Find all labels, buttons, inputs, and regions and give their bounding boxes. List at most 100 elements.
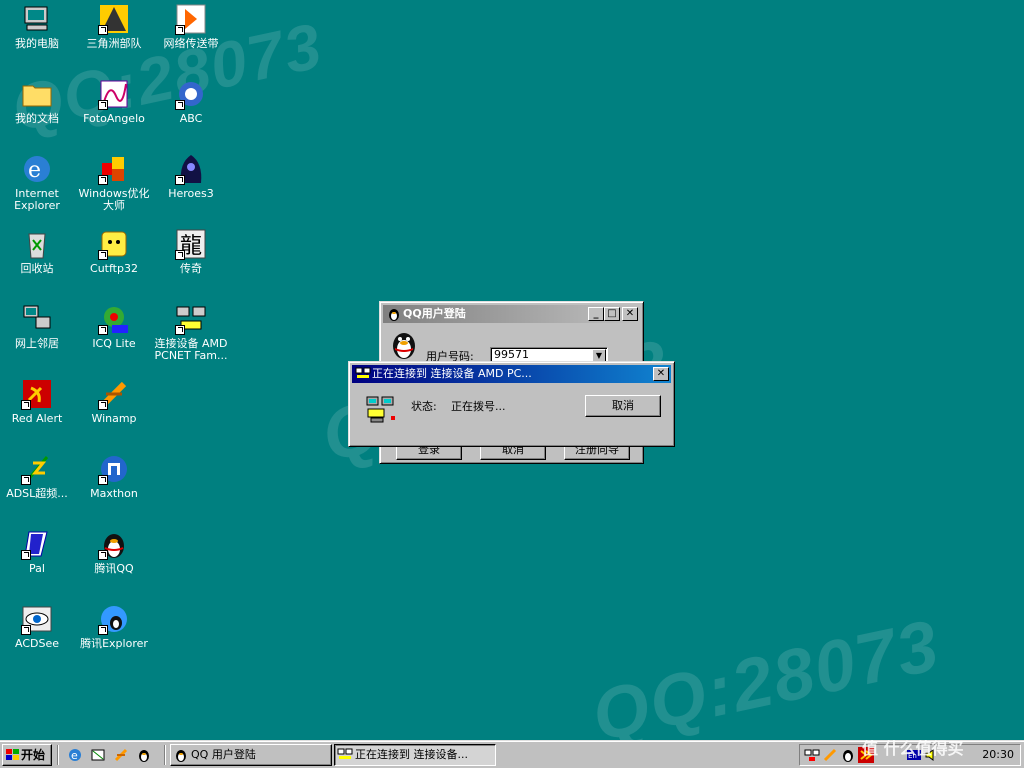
legend-icon: 龍 — [175, 228, 207, 260]
ie-quicklaunch-icon[interactable]: e — [67, 747, 83, 763]
desktop-icon-label: ACDSee — [15, 637, 59, 650]
shortcut-arrow-icon — [98, 25, 108, 35]
minimize-button[interactable]: _ — [588, 307, 604, 321]
taskbar: 开始 e QQ 用户登陆 正在连接到 连接设备... En 值 什么值得买 20… — [0, 739, 1024, 768]
desktop-icon-label: 三角洲部队 — [86, 37, 142, 50]
network-tray-icon[interactable] — [804, 747, 820, 763]
desktop-icon-tencent-explorer[interactable]: 腾讯Explorer — [75, 603, 153, 650]
desktop-icon-cuteftp[interactable]: Cutftp32 — [75, 228, 153, 275]
my-computer-icon — [21, 3, 53, 35]
folder-icon — [21, 78, 53, 110]
connection-icon — [175, 303, 207, 335]
desktop-icon-label: Winamp — [91, 412, 137, 425]
heroes-icon — [175, 153, 207, 185]
desktop-icon-ie[interactable]: e Internet Explorer — [0, 153, 76, 212]
connecting-titlebar[interactable]: 正在连接到 连接设备 AMD PC... ✕ — [352, 365, 671, 383]
close-button[interactable]: ✕ — [622, 307, 638, 321]
desktop-icon-label: ICQ Lite — [92, 337, 136, 350]
shortcut-arrow-icon — [175, 175, 185, 185]
qq-penguin-icon — [389, 309, 399, 321]
connecting-dialog[interactable]: 正在连接到 连接设备 AMD PC... ✕ 状态: 正在拨号... 取消 — [348, 361, 675, 447]
desktop-icon-delta-force[interactable]: 三角洲部队 — [75, 3, 153, 50]
cancel-button[interactable]: 取消 — [585, 395, 661, 417]
desktop-icon-legend[interactable]: 龍传奇 — [152, 228, 230, 275]
desktop-icon-acdsee[interactable]: ACDSee — [0, 603, 76, 650]
cuteftp-icon — [98, 228, 130, 260]
task-connecting[interactable]: 正在连接到 连接设备... — [334, 744, 496, 766]
desktop-icon-folder[interactable]: 我的文档 — [0, 78, 76, 125]
qq-tray-icon[interactable] — [840, 747, 856, 763]
qq-quicklaunch-icon[interactable] — [136, 747, 152, 763]
desktop-icon-maxthon[interactable]: Maxthon — [75, 453, 153, 500]
shortcut-arrow-icon — [21, 550, 31, 560]
desktop-icon-label: Red Alert — [11, 412, 63, 425]
shortcut-arrow-icon — [98, 325, 108, 335]
transfer-icon — [175, 3, 207, 35]
status-label: 状态: — [411, 400, 437, 413]
qq-login-titlebar[interactable]: QQ用户登陆 _ □ ✕ — [383, 305, 640, 323]
clock: 20:30 — [982, 748, 1014, 761]
recycle-bin-icon — [21, 228, 53, 260]
desktop-icon-pal[interactable]: Pal — [0, 528, 76, 575]
user-number-value: 99571 — [494, 348, 529, 361]
desktop-icon-abc[interactable]: ABC — [152, 78, 230, 125]
delta-force-icon — [98, 3, 130, 35]
shortcut-arrow-icon — [21, 625, 31, 635]
desktop-icon-label: FotoAngelo — [83, 112, 145, 125]
qq-penguin-icon — [176, 750, 186, 762]
desktop-icon-label: 传奇 — [180, 262, 202, 275]
task-qq-login[interactable]: QQ 用户登陆 — [170, 744, 332, 766]
desktop-icon-label: 腾讯QQ — [94, 562, 134, 575]
shortcut-arrow-icon — [21, 475, 31, 485]
shortcut-arrow-icon — [175, 100, 185, 110]
desktop-icon-label: 回收站 — [20, 262, 54, 275]
desktop-icon-heroes[interactable]: Heroes3 — [152, 153, 230, 200]
qq-login-title: QQ用户登陆 — [403, 307, 466, 320]
desktop-icon-winamp[interactable]: Winamp — [75, 378, 153, 425]
desktop-icon-label: Cutftp32 — [90, 262, 138, 275]
winamp-icon — [98, 378, 130, 410]
network-connection-icon — [337, 748, 353, 759]
desktop-icon-label: Heroes3 — [168, 187, 214, 200]
desktop-icon-my-computer[interactable]: 我的电脑 — [0, 3, 76, 50]
windows-logo-icon — [6, 749, 19, 760]
maximize-button[interactable]: □ — [604, 307, 620, 321]
desktop-icon-recycle-bin[interactable]: 回收站 — [0, 228, 76, 275]
desktop-icon-icq[interactable]: ICQ Lite — [75, 303, 153, 350]
ie-icon: e — [21, 153, 53, 185]
desktop-icon-label: 网络传送带 — [163, 37, 219, 50]
desktop-icon-network-neighborhood[interactable]: 网上邻居 — [0, 303, 76, 350]
icq-icon — [98, 303, 130, 335]
abc-icon — [175, 78, 207, 110]
shortcut-arrow-icon — [98, 250, 108, 260]
winamp-quicklaunch-icon[interactable] — [113, 747, 129, 763]
shortcut-arrow-icon — [98, 175, 108, 185]
foto-icon — [98, 78, 130, 110]
shortcut-arrow-icon — [175, 25, 185, 35]
maxthon-icon — [98, 453, 130, 485]
corner-watermark: 值 什么值得买 — [862, 739, 964, 758]
acdsee-icon — [21, 603, 53, 635]
qq-penguin-large-icon — [393, 333, 415, 359]
tool-tray-icon[interactable] — [822, 747, 838, 763]
desktop-icon-label: ADSL超频... — [6, 487, 68, 500]
desktop-icon-label: Internet Explorer — [14, 187, 60, 212]
connecting-title: 正在连接到 连接设备 AMD PC... — [372, 367, 532, 380]
shortcut-arrow-icon — [98, 625, 108, 635]
system-tray: En 值 什么值得买 20:30 — [799, 739, 1021, 766]
shortcut-arrow-icon — [98, 475, 108, 485]
desktop-icon-red-alert[interactable]: Red Alert — [0, 378, 76, 425]
status-value: 正在拨号... — [451, 400, 506, 413]
outlook-quicklaunch-icon[interactable] — [90, 747, 106, 763]
desktop-icon-label: 连接设备 AMD PCNET Fam... — [154, 337, 228, 362]
desktop-icon-connection[interactable]: 连接设备 AMD PCNET Fam... — [152, 303, 230, 362]
desktop-icon-adsl[interactable]: ADSL超频... — [0, 453, 76, 500]
desktop-icon-transfer[interactable]: 网络传送带 — [152, 3, 230, 50]
desktop-icon-foto[interactable]: FotoAngelo — [75, 78, 153, 125]
desktop-icon-optimizer[interactable]: Windows优化大师 — [75, 153, 153, 212]
tencent-explorer-icon — [98, 603, 130, 635]
shortcut-arrow-icon — [98, 400, 108, 410]
start-button[interactable]: 开始 — [2, 744, 52, 766]
desktop-icon-qq[interactable]: 腾讯QQ — [75, 528, 153, 575]
close-button[interactable]: ✕ — [653, 367, 669, 381]
